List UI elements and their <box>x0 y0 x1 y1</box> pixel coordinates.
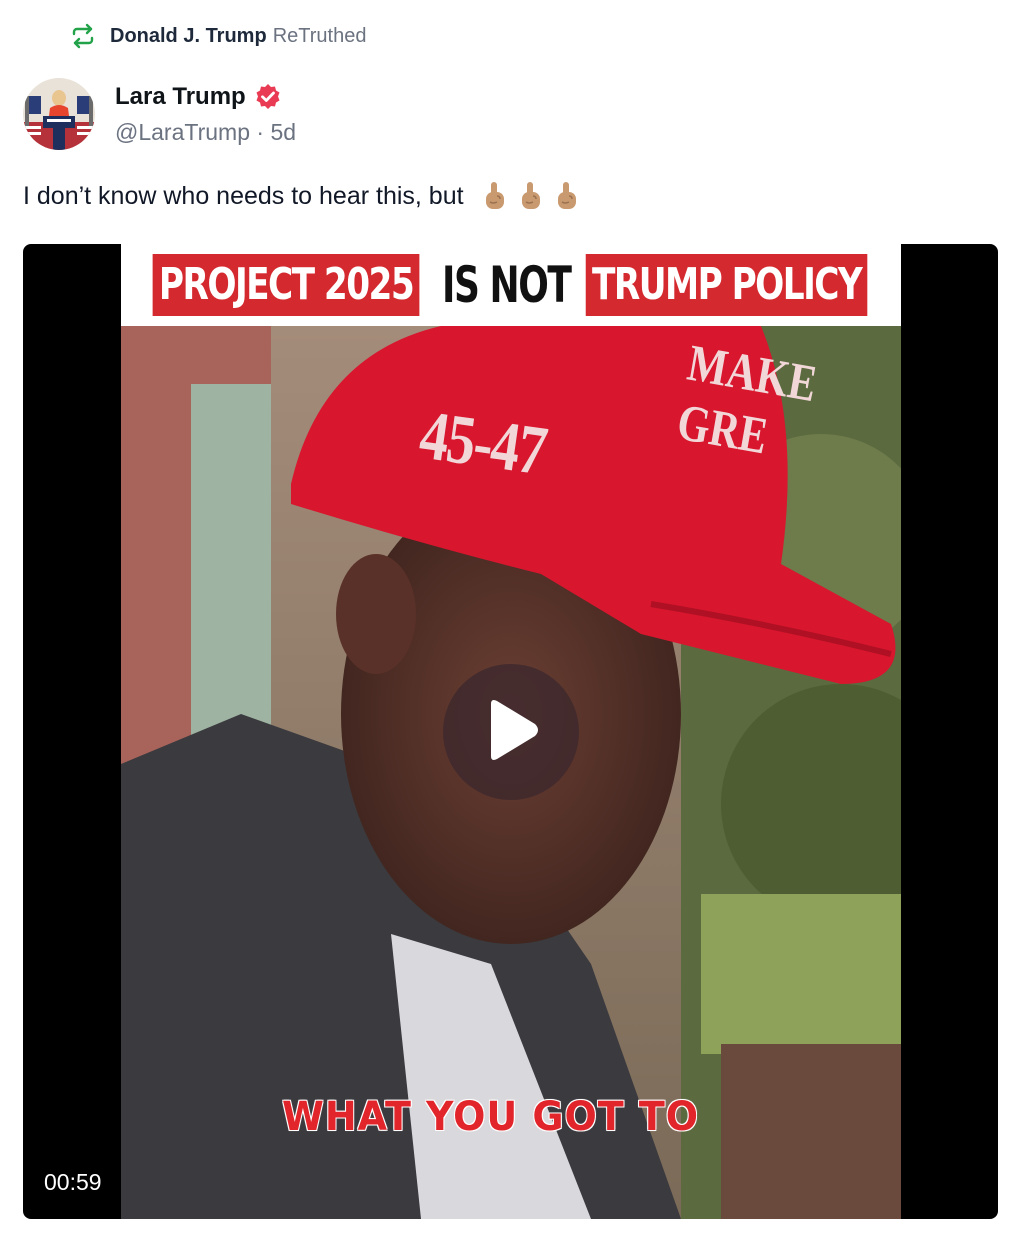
hat-slogan-text: MAKE GRE <box>673 334 821 466</box>
retruth-suffix: ReTruthed <box>272 24 367 47</box>
post-text: I don’t know who needs to hear this, but <box>23 181 464 210</box>
repost-icon <box>70 23 96 49</box>
retruth-user-link[interactable]: Donald J. Trump <box>110 25 267 47</box>
author-block: Lara Trump @LaraTrump · 5d <box>115 83 296 146</box>
video-duration: 00:59 <box>44 1169 102 1195</box>
post-body: I don’t know who needs to hear this, but <box>23 180 580 212</box>
banner-left-text: PROJECT 2025 <box>152 254 420 316</box>
retruth-banner: Donald J. Trump ReTruthed <box>70 22 366 50</box>
point-up-hand-icon <box>554 180 580 212</box>
author-handle[interactable]: @LaraTrump <box>115 119 250 145</box>
emoji-group <box>482 180 580 212</box>
play-icon <box>481 698 541 767</box>
post-age[interactable]: 5d <box>270 119 296 145</box>
verified-badge-icon <box>254 83 282 111</box>
author-name-row: Lara Trump <box>115 83 296 111</box>
play-button[interactable] <box>443 664 579 800</box>
retruth-label: Donald J. Trump ReTruthed <box>110 25 366 48</box>
author-meta: @LaraTrump · 5d <box>115 119 296 146</box>
hat-number-text: 45-47 <box>415 396 551 491</box>
author-name[interactable]: Lara Trump <box>115 83 246 111</box>
video-title-banner: PROJECT 2025 IS NOT TRUMP POLICY <box>121 244 901 326</box>
meta-separator: · <box>256 118 265 145</box>
point-up-hand-icon <box>482 180 508 212</box>
video-caption: WHAT YOU GOT TO <box>281 1094 699 1140</box>
video-player[interactable]: PROJECT 2025 IS NOT TRUMP POLICY 45-47 M… <box>23 244 998 1219</box>
avatar[interactable] <box>23 78 95 150</box>
point-up-hand-icon <box>518 180 544 212</box>
banner-mid-text: IS NOT <box>442 256 572 314</box>
post-header: Lara Trump @LaraTrump · 5d <box>23 78 296 150</box>
banner-right-text: TRUMP POLICY <box>585 254 868 316</box>
